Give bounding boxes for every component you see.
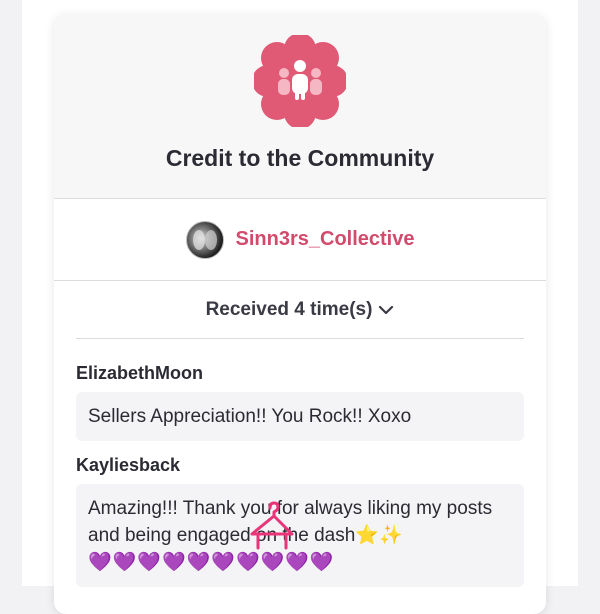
received-count-toggle[interactable]: Received 4 time(s): [76, 281, 524, 339]
message-item: Kayliesback Amazing!!! Thank you for alw…: [76, 455, 524, 587]
received-count-label: Received 4 time(s): [205, 298, 373, 320]
message-item: ElizabethMoon Sellers Appreciation!! You…: [76, 363, 524, 441]
message-text: Sellers Appreciation!! You Rock!! Xoxo: [76, 392, 524, 441]
messages-list: ElizabethMoon Sellers Appreciation!! You…: [54, 339, 546, 587]
message-author: Kayliesback: [76, 455, 181, 475]
community-badge-icon: [254, 35, 346, 127]
chevron-down-icon[interactable]: [378, 302, 394, 318]
creator-row[interactable]: Sinn3rs_Collective: [54, 199, 546, 281]
card-title: Credit to the Community: [165, 145, 435, 171]
heart-emojis: 💜💜💜💜💜💜💜💜💜💜: [88, 552, 335, 573]
star-emojis: ⭐✨: [355, 525, 403, 546]
card-header: Credit to the Community: [54, 14, 546, 199]
creator-name-link[interactable]: Sinn3rs_Collective: [236, 228, 415, 251]
message-text-container: Amazing!!! Thank you for always liking m…: [76, 484, 524, 587]
message-author: ElizabethMoon: [76, 363, 203, 383]
avatar[interactable]: [185, 220, 224, 259]
credit-card: Credit to the Community Sinn3rs_Collecti…: [54, 14, 546, 614]
message-text: Amazing!!! Thank you for always liking m…: [88, 498, 493, 546]
